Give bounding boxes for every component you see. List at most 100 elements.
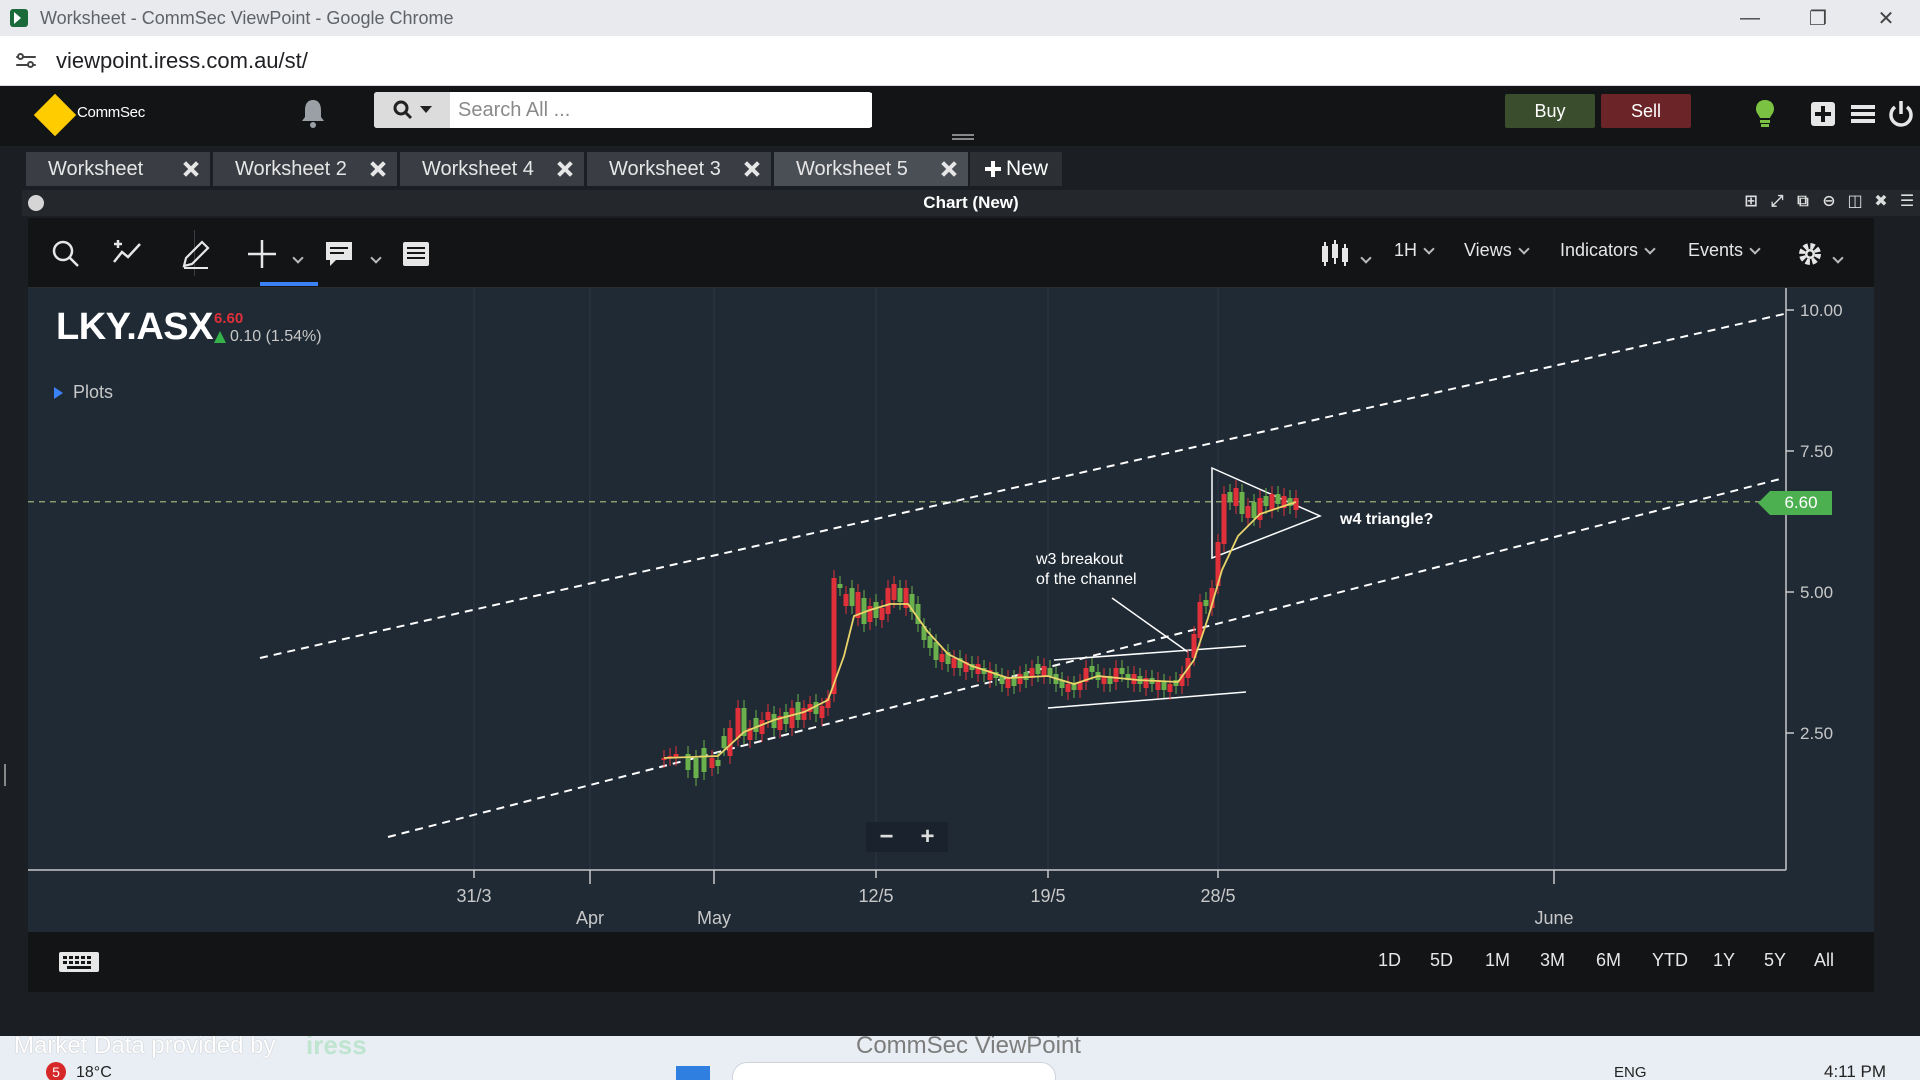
indicators-menu[interactable]: Indicators xyxy=(1560,240,1656,261)
candle xyxy=(891,584,897,600)
interval-menu[interactable]: 1H xyxy=(1394,240,1435,261)
search-input[interactable] xyxy=(450,93,872,127)
candle xyxy=(1251,502,1257,518)
system-clock[interactable]: 4:11 PM xyxy=(1824,1062,1886,1080)
close-tab-icon[interactable] xyxy=(940,160,958,178)
new-worksheet-label: New xyxy=(1005,157,1048,180)
sell-button[interactable]: Sell xyxy=(1601,94,1691,128)
gear-icon[interactable] xyxy=(1794,236,1830,272)
pencil-draw-icon[interactable] xyxy=(178,236,214,272)
comment-icon[interactable] xyxy=(322,236,358,272)
candle xyxy=(735,708,741,738)
add-panel-icon[interactable] xyxy=(1808,96,1838,132)
search-box xyxy=(374,92,872,128)
chevron-down-icon xyxy=(1749,243,1761,255)
language-indicator[interactable]: ENG xyxy=(1614,1064,1647,1080)
panel-expand-icon[interactable]: ⤢ xyxy=(1768,193,1786,211)
plots-label: Plots xyxy=(73,382,114,402)
app-header: CommSec Buy Sell xyxy=(0,86,1920,146)
add-study-icon[interactable] xyxy=(110,236,146,272)
candlestick-chart-type-icon[interactable] xyxy=(1318,236,1354,272)
url-text[interactable]: viewpoint.iress.com.au/st/ xyxy=(56,48,308,74)
keyboard-icon[interactable] xyxy=(58,950,100,974)
worksheet-tab[interactable]: Worksheet 3 xyxy=(587,152,771,186)
candle xyxy=(927,636,933,648)
zoom-search-icon[interactable] xyxy=(48,236,84,272)
candle xyxy=(813,702,819,714)
price-chart[interactable]: 10.00 7.50 5.00 2.50 31/3 Apr May 12/5 19/5 28/5 J… xyxy=(28,288,1874,932)
left-resize-strip xyxy=(0,186,20,1036)
lightbulb-icon[interactable] xyxy=(1750,96,1780,132)
close-tab-icon[interactable] xyxy=(743,160,761,178)
panel-close-icon[interactable]: ✖ xyxy=(1872,193,1890,211)
app-name: CommSec ViewPoint xyxy=(856,1036,1081,1059)
panel-menu-icon[interactable]: ☰ xyxy=(1898,193,1916,211)
range-all-button[interactable]: All xyxy=(1814,950,1834,971)
range-3m-button[interactable]: 3M xyxy=(1540,950,1565,971)
candle xyxy=(727,728,733,756)
resize-grip-icon[interactable] xyxy=(4,764,8,786)
data-table-icon[interactable] xyxy=(398,236,434,272)
candle xyxy=(879,608,885,620)
windows-start-icon[interactable] xyxy=(676,1066,710,1080)
candle xyxy=(933,642,939,660)
minimize-button[interactable]: — xyxy=(1716,0,1784,36)
site-settings-icon[interactable] xyxy=(14,49,38,73)
worksheet-tab[interactable]: Worksheet 2 xyxy=(213,152,397,186)
chart-area[interactable]: 10.00 7.50 5.00 2.50 31/3 Apr May 12/5 19/5 28/5 J… xyxy=(28,288,1874,932)
worksheet-tab[interactable]: Worksheet xyxy=(26,152,210,186)
close-tab-icon[interactable] xyxy=(369,160,387,178)
brand-name: CommSec xyxy=(77,104,145,121)
zoom-in-button[interactable]: + xyxy=(920,823,934,851)
commsec-logo-icon[interactable] xyxy=(33,93,77,137)
range-ytd-button[interactable]: YTD xyxy=(1652,950,1688,971)
panel-split-icon[interactable]: ◫ xyxy=(1846,193,1864,211)
x-tick-label: Apr xyxy=(576,908,604,928)
drag-handle-icon[interactable] xyxy=(952,134,974,140)
worksheet-tab-active[interactable]: Worksheet 5 xyxy=(774,152,968,186)
buy-button[interactable]: Buy xyxy=(1505,94,1595,128)
candle xyxy=(789,708,795,728)
annotation-w4-triangle: w4 triangle? xyxy=(1339,511,1433,528)
chevron-down-icon[interactable] xyxy=(370,252,382,264)
worksheet-tab-label: Worksheet 3 xyxy=(609,157,721,180)
panel-link-icon[interactable] xyxy=(28,195,44,211)
crosshair-icon[interactable] xyxy=(244,236,280,272)
close-window-button[interactable]: ✕ xyxy=(1852,0,1920,36)
worksheet-tab[interactable]: Worksheet 4 xyxy=(400,152,584,186)
panel-add-icon[interactable]: ⊞ xyxy=(1742,193,1760,211)
y-tick-label: 5.00 xyxy=(1800,583,1833,602)
chevron-down-icon[interactable] xyxy=(1832,252,1844,264)
close-tab-icon[interactable] xyxy=(556,160,574,178)
chevron-down-icon[interactable] xyxy=(1360,252,1372,264)
bell-icon[interactable] xyxy=(298,96,328,132)
zoom-out-button[interactable]: − xyxy=(879,823,893,851)
expand-triangle-icon xyxy=(54,386,63,399)
panel-minimize-icon[interactable]: ⊖ xyxy=(1820,193,1838,211)
plots-toggle[interactable]: Plots xyxy=(54,382,113,403)
plus-icon xyxy=(984,161,1001,177)
range-5y-button[interactable]: 5Y xyxy=(1764,950,1786,971)
consolidation-bottom-line xyxy=(1047,691,1247,709)
taskbar-search[interactable] xyxy=(732,1062,1056,1080)
menu-icon[interactable] xyxy=(1848,96,1878,132)
range-1m-button[interactable]: 1M xyxy=(1485,950,1510,971)
search-scope-button[interactable] xyxy=(374,92,450,128)
restore-button[interactable]: ❐ xyxy=(1784,0,1852,36)
panel-popout-icon[interactable]: ⧉ xyxy=(1794,193,1812,211)
events-menu[interactable]: Events xyxy=(1688,240,1761,261)
range-5d-button[interactable]: 5D xyxy=(1430,950,1453,971)
candle xyxy=(843,594,849,606)
power-icon[interactable] xyxy=(1886,96,1916,132)
temperature[interactable]: 18°C xyxy=(76,1064,112,1080)
candle xyxy=(709,758,715,768)
views-menu[interactable]: Views xyxy=(1464,240,1530,261)
range-1y-button[interactable]: 1Y xyxy=(1713,950,1735,971)
close-tab-icon[interactable] xyxy=(182,160,200,178)
candle xyxy=(1035,664,1041,674)
range-1d-button[interactable]: 1D xyxy=(1378,950,1401,971)
symbol-code: LKY.ASX xyxy=(56,306,213,348)
new-worksheet-button[interactable]: New xyxy=(970,152,1062,186)
chevron-down-icon[interactable] xyxy=(292,252,304,264)
range-6m-button[interactable]: 6M xyxy=(1596,950,1621,971)
